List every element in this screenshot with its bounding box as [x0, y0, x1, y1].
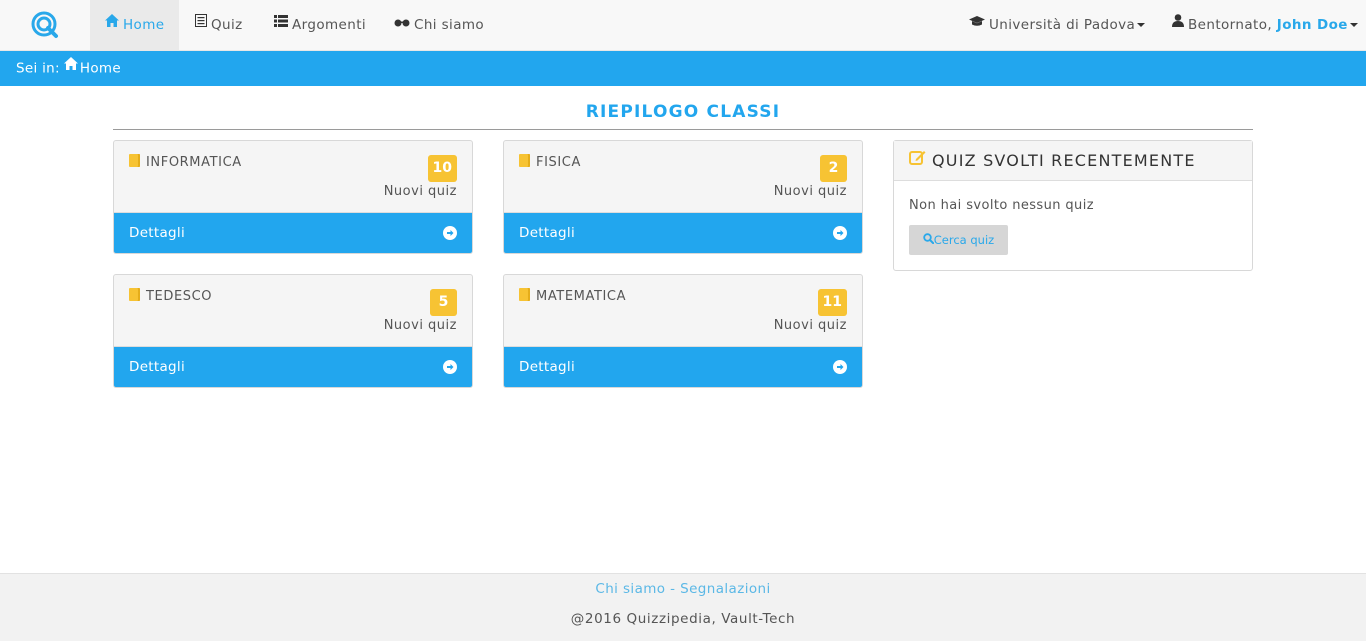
footer-separator: -: [665, 581, 681, 597]
arrow-circle-right-icon: [443, 360, 457, 374]
details-label: Dettagli: [129, 359, 186, 375]
arrow-circle-right-icon: [833, 226, 847, 240]
class-card-header: INFORMATICA 10 Nuovi quiz: [114, 141, 472, 213]
book-icon: [519, 154, 530, 167]
class-name-text: INFORMATICA: [146, 155, 242, 170]
new-quiz-label: Nuovi quiz: [383, 184, 457, 199]
class-name-text: MATEMATICA: [536, 289, 627, 304]
search-quiz-button[interactable]: Cerca quiz: [909, 225, 1008, 255]
details-label: Dettagli: [519, 359, 576, 375]
footer: Chi siamo - Segnalazioni @2016 Quizziped…: [0, 573, 1366, 641]
new-quiz-count-badge: 10: [427, 155, 457, 182]
recent-quiz-title: QUIZ SVOLTI RECENTEMENTE: [932, 151, 1196, 170]
details-link[interactable]: Dettagli: [504, 213, 862, 253]
nav-home[interactable]: Home: [90, 0, 179, 50]
new-quiz-label: Nuovi quiz: [383, 318, 457, 333]
breadcrumb-current[interactable]: Home: [80, 61, 121, 77]
details-label: Dettagli: [129, 225, 186, 241]
university-label: Università di Padova: [989, 17, 1136, 33]
recent-quiz-panel: QUIZ SVOLTI RECENTEMENTE Non hai svolto …: [893, 140, 1253, 271]
user-icon: [1172, 0, 1184, 48]
nav-argomenti[interactable]: Argomenti: [274, 0, 366, 50]
user-dropdown[interactable]: Bentornato, John Doe: [1172, 0, 1358, 50]
search-icon: [923, 225, 934, 255]
nav-argomenti-label: Argomenti: [292, 17, 367, 33]
class-card-informatica: INFORMATICA 10 Nuovi quiz Dettagli: [113, 140, 473, 254]
breadcrumb: Sei in: Home: [0, 51, 1366, 86]
arrow-circle-right-icon: [833, 360, 847, 374]
details-link[interactable]: Dettagli: [114, 347, 472, 387]
glasses-icon: [394, 0, 410, 48]
class-name: MATEMATICA: [519, 288, 626, 304]
home-icon: [105, 0, 119, 48]
chevron-down-icon: [1349, 23, 1358, 27]
university-dropdown[interactable]: Università di Padova: [969, 0, 1146, 50]
class-card-matematica: MATEMATICA 11 Nuovi quiz Dettagli: [503, 274, 863, 388]
class-name: FISICA: [519, 154, 581, 170]
recent-quiz-header: QUIZ SVOLTI RECENTEMENTE: [894, 141, 1252, 181]
class-card-fisica: FISICA 2 Nuovi quiz Dettagli: [503, 140, 863, 254]
class-name: INFORMATICA: [129, 154, 242, 170]
class-card-header: FISICA 2 Nuovi quiz: [504, 141, 862, 213]
book-icon: [519, 288, 530, 301]
nav-chi-siamo-label: Chi siamo: [414, 17, 485, 33]
details-link[interactable]: Dettagli: [114, 213, 472, 253]
page-title: RIEPILOGO CLASSI: [113, 102, 1253, 130]
home-icon: [63, 49, 78, 84]
nav-home-label: Home: [123, 17, 165, 33]
details-label: Dettagli: [519, 225, 576, 241]
chevron-down-icon: [1137, 23, 1146, 27]
book-icon: [129, 154, 140, 167]
nav-quiz-label: Quiz: [211, 17, 243, 33]
new-quiz-count-badge: 11: [817, 289, 847, 316]
greeting-text: Bentornato,: [1188, 17, 1277, 33]
class-card-tedesco: TEDESCO 5 Nuovi quiz Dettagli: [113, 274, 473, 388]
quizzipedia-logo-icon[interactable]: [31, 11, 59, 39]
new-quiz-count-badge: 5: [430, 289, 457, 316]
top-navbar: Home Quiz Argomenti Chi siamo Università…: [0, 0, 1366, 51]
username: John Doe: [1276, 17, 1348, 33]
class-name-text: TEDESCO: [146, 289, 213, 304]
class-card-header: TEDESCO 5 Nuovi quiz: [114, 275, 472, 347]
arrow-circle-right-icon: [443, 226, 457, 240]
list-icon: [195, 0, 207, 48]
new-quiz-label: Nuovi quiz: [773, 318, 847, 333]
th-list-icon: [274, 0, 288, 48]
class-name: TEDESCO: [129, 288, 212, 304]
footer-link-about[interactable]: Chi siamo: [595, 581, 665, 597]
breadcrumb-prefix: Sei in:: [16, 60, 60, 77]
empty-state-text: Non hai svolto nessun quiz: [909, 198, 1094, 213]
nav-chi-siamo[interactable]: Chi siamo: [394, 0, 484, 50]
search-quiz-label: Cerca quiz: [933, 233, 995, 247]
nav-quiz[interactable]: Quiz: [195, 0, 243, 50]
book-icon: [129, 288, 140, 301]
class-card-header: MATEMATICA 11 Nuovi quiz: [504, 275, 862, 347]
class-name-text: FISICA: [536, 155, 581, 170]
new-quiz-label: Nuovi quiz: [773, 184, 847, 199]
new-quiz-count-badge: 2: [820, 155, 847, 182]
footer-link-report[interactable]: Segnalazioni: [680, 581, 771, 597]
edit-icon: [909, 140, 926, 180]
details-link[interactable]: Dettagli: [504, 347, 862, 387]
copyright-text: @2016 Quizzipedia, Vault-Tech: [570, 611, 796, 627]
graduation-cap-icon: [969, 0, 985, 48]
footer-links: Chi siamo - Segnalazioni: [0, 581, 1366, 597]
